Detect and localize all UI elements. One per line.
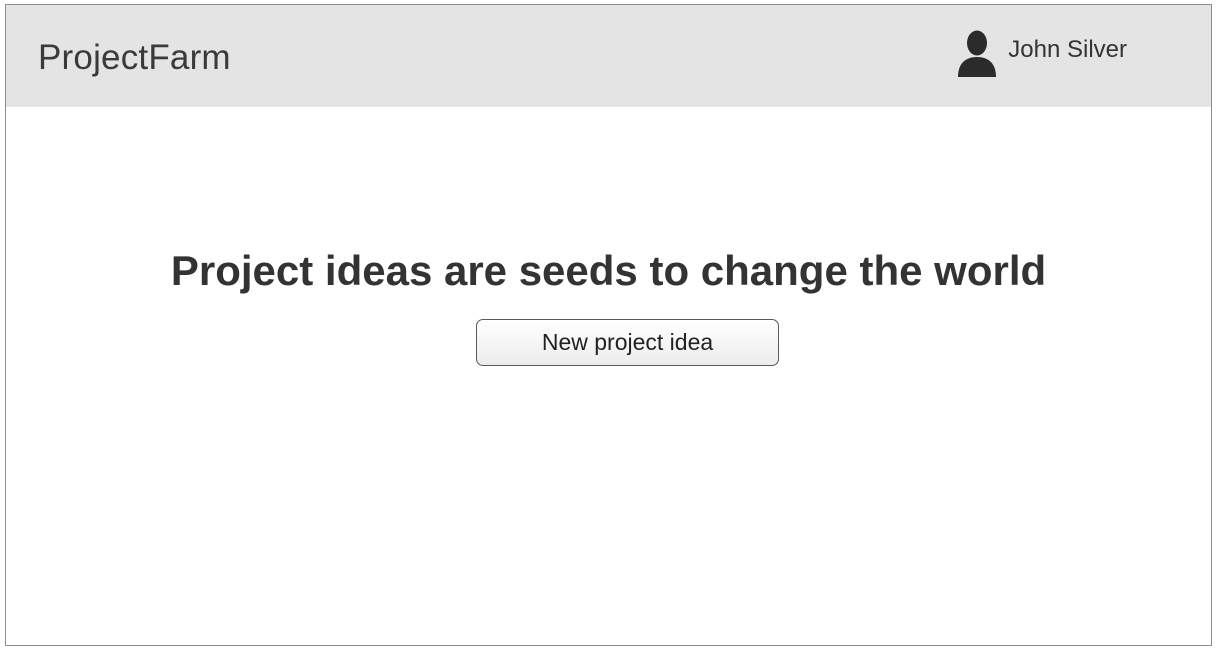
top-header: ProjectFarm John Silver (6, 5, 1211, 107)
main-content: Project ideas are seeds to change the wo… (6, 107, 1211, 645)
user-name: John Silver (1008, 36, 1127, 63)
page-headline: Project ideas are seeds to change the wo… (170, 247, 1047, 294)
brand-logo-text[interactable]: ProjectFarm (38, 38, 231, 78)
app-window: ProjectFarm John Silver Project ideas ar… (5, 4, 1212, 646)
user-silhouette-icon (958, 30, 997, 77)
user-menu[interactable]: John Silver (956, 28, 1127, 78)
new-project-idea-button[interactable]: New project idea (476, 319, 779, 366)
